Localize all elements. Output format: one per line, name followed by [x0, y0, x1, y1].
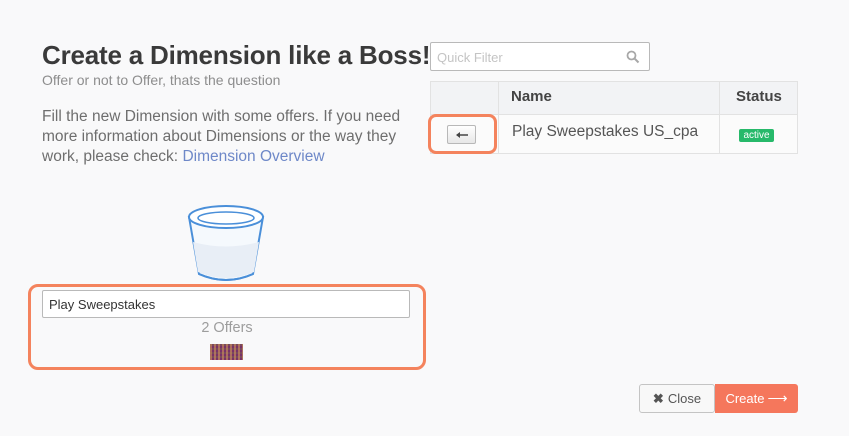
create-label: Create — [725, 391, 765, 406]
close-button[interactable]: ✖ Close — [639, 384, 715, 413]
quick-filter[interactable] — [430, 42, 650, 71]
dimension-thumbnail — [210, 344, 243, 360]
close-label: Close — [667, 391, 702, 406]
page-title: Create a Dimension like a Boss! — [42, 40, 431, 70]
column-header-name[interactable]: Name — [511, 81, 552, 113]
offer-name: Play Sweepstakes US_cpa — [512, 123, 699, 140]
offer-count: 2 Offers — [201, 320, 253, 336]
quick-filter-input[interactable] — [437, 47, 622, 67]
create-button[interactable]: Create ⟶ — [715, 384, 798, 413]
dimension-panel: 2 Offers — [28, 284, 426, 370]
search-icon — [626, 50, 640, 64]
intro-text: Fill the new Dimension with some offers.… — [42, 107, 412, 167]
remove-offer-button[interactable] — [447, 125, 476, 144]
column-divider — [498, 81, 499, 154]
page-subtitle: Offer or not to Offer, thats the questio… — [42, 72, 281, 88]
dimension-overview-link[interactable]: Dimension Overview — [182, 148, 324, 165]
column-header-status[interactable]: Status — [736, 81, 782, 113]
arrow-left-icon — [455, 131, 468, 138]
status-badge: active — [739, 129, 774, 142]
dimension-name-input[interactable] — [42, 290, 410, 318]
bucket-icon — [187, 205, 265, 281]
arrow-right-icon: ⟶ — [767, 390, 788, 406]
close-icon: ✖ — [652, 390, 664, 406]
column-divider — [719, 81, 720, 154]
